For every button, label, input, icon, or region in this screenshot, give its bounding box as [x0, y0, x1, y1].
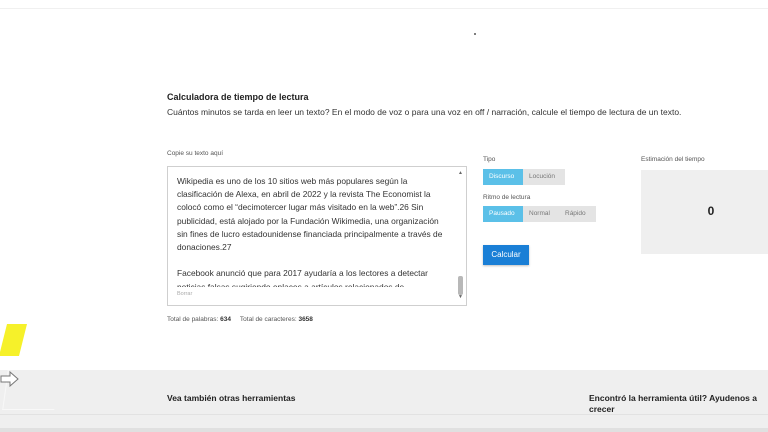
tool-title: Calculadora de tiempo de lectura: [167, 92, 309, 102]
words-count-label: Total de palabras:: [167, 316, 219, 323]
text-counts: Total de palabras: 634 Total de caracter…: [167, 316, 313, 323]
calculate-button[interactable]: Calcular: [483, 245, 529, 265]
text-input-area[interactable]: Wikipedia es uno de los 10 sitios web má…: [167, 166, 467, 306]
tool-description: Cuántos minutos se tarda en leer un text…: [167, 107, 682, 117]
stray-dot: [474, 33, 476, 35]
tipo-label: Tipo: [483, 156, 496, 163]
words-count-value: 634: [220, 316, 231, 323]
tipo-option-locucion[interactable]: Locución: [523, 169, 565, 185]
tipo-selector[interactable]: Discurso Locución: [483, 169, 565, 185]
ritmo-selector[interactable]: Pausado Normal Rápido: [483, 206, 596, 222]
estimate-box: 0: [641, 170, 768, 254]
tipo-option-discurso[interactable]: Discurso: [483, 169, 523, 185]
highlighter-mark: [0, 324, 27, 356]
ritmo-option-pausado[interactable]: Pausado: [483, 206, 523, 222]
estimate-label: Estimación del tiempo: [641, 156, 705, 163]
chars-count-label: Total de caracteres:: [239, 316, 297, 323]
scroll-down-icon[interactable]: ▼: [458, 295, 463, 300]
text-input-content[interactable]: Wikipedia es uno de los 10 sitios web má…: [177, 175, 449, 287]
ritmo-option-normal[interactable]: Normal: [523, 206, 559, 222]
bottom-bar: [0, 428, 768, 432]
scroll-thumb[interactable]: [458, 276, 463, 295]
footer-divider: [0, 414, 768, 415]
see-also-heading: Vea también otras herramientas: [167, 393, 296, 403]
scroll-up-icon[interactable]: ▲: [458, 171, 463, 176]
estimate-value: 0: [707, 204, 715, 218]
text-scrollbar[interactable]: ▲ ▼: [456, 169, 465, 302]
text-input-label: Copie su texto aquí: [167, 150, 224, 157]
helpful-heading: Encontró la herramienta útil? Ayudenos a…: [589, 393, 757, 414]
clear-text-link[interactable]: Borrar: [177, 291, 192, 297]
ritmo-label: Ritmo de lectura: [483, 194, 531, 201]
arrow-cursor-icon: [0, 370, 19, 388]
chars-count-value: 3658: [298, 316, 313, 323]
top-border: [0, 8, 768, 9]
ritmo-option-rapido[interactable]: Rápido: [559, 206, 596, 222]
